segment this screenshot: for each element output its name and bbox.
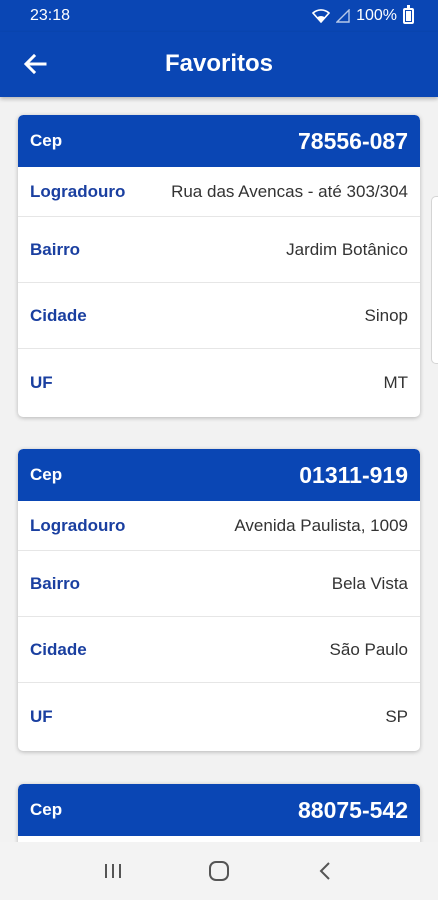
nav-back-icon	[319, 862, 330, 880]
card-header: Cep 01311-919	[18, 449, 420, 501]
row-value: Rua das Avencas - até 303/304	[171, 181, 408, 201]
card-header: Cep 78556-087	[18, 115, 420, 167]
card-header: Cep 88075-542	[18, 784, 420, 836]
row-value: Avenida Paulista, 1009	[234, 515, 408, 535]
recents-icon	[105, 864, 121, 878]
row-label: UF	[30, 373, 53, 392]
row-logradouro: Logradouro Rua das Avencas - até 303/304	[18, 167, 420, 217]
signal-icon	[336, 9, 350, 23]
status-icons: 100%	[312, 5, 414, 25]
row-value: MT	[383, 373, 408, 392]
row-bairro: Bairro Bela Vista	[18, 551, 420, 617]
row-label: Bairro	[30, 573, 81, 593]
system-nav-bar	[0, 842, 438, 900]
row-label: UF	[30, 707, 53, 726]
favorite-card[interactable]: Cep 01311-919 Logradouro Avenida Paulist…	[18, 449, 420, 751]
cep-value: 88075-542	[298, 796, 408, 823]
row-label: Cidade	[30, 639, 87, 659]
row-uf: UF SP	[18, 683, 420, 751]
row-label: Bairro	[30, 239, 81, 259]
page-title: Favoritos	[164, 50, 274, 77]
home-icon	[209, 861, 229, 881]
row-value: Jardim Botânico	[286, 239, 408, 259]
row-label: Logradouro	[30, 515, 126, 535]
cep-label: Cep	[30, 800, 63, 819]
row-cidade: Cidade São Paulo	[18, 617, 420, 683]
row-value: Sinop	[364, 305, 408, 325]
favorite-card[interactable]: Cep 88075-542	[18, 784, 420, 842]
row-uf: UF MT	[18, 349, 420, 417]
favorite-card[interactable]: Cep 78556-087 Logradouro Rua das Avencas…	[18, 115, 420, 417]
app-bar: Favoritos	[0, 32, 438, 97]
cep-label: Cep	[30, 465, 63, 484]
wifi-icon	[312, 9, 331, 23]
row-label: Cidade	[30, 305, 87, 325]
cep-value: 78556-087	[298, 127, 408, 154]
row-value: São Paulo	[329, 639, 408, 659]
row-cidade: Cidade Sinop	[18, 283, 420, 349]
nav-back-button[interactable]	[305, 851, 345, 891]
row-logradouro: Logradouro Avenida Paulista, 1009	[18, 501, 420, 551]
row-value: SP	[385, 707, 408, 726]
row-label: Logradouro	[30, 181, 126, 201]
status-bar: 23:18 100%	[0, 0, 438, 32]
scrollbar-thumb[interactable]	[431, 196, 438, 364]
row-bairro: Bairro Jardim Botânico	[18, 217, 420, 283]
home-button[interactable]	[199, 851, 239, 891]
cep-value: 01311-919	[299, 461, 408, 488]
row-value: Bela Vista	[331, 573, 408, 593]
recents-button[interactable]	[93, 851, 133, 891]
battery-icon	[403, 5, 414, 24]
status-time: 23:18	[30, 7, 71, 24]
battery-percent: 100%	[356, 7, 397, 24]
cep-label: Cep	[30, 131, 63, 150]
favorites-list[interactable]: Cep 78556-087 Logradouro Rua das Avencas…	[0, 97, 438, 842]
